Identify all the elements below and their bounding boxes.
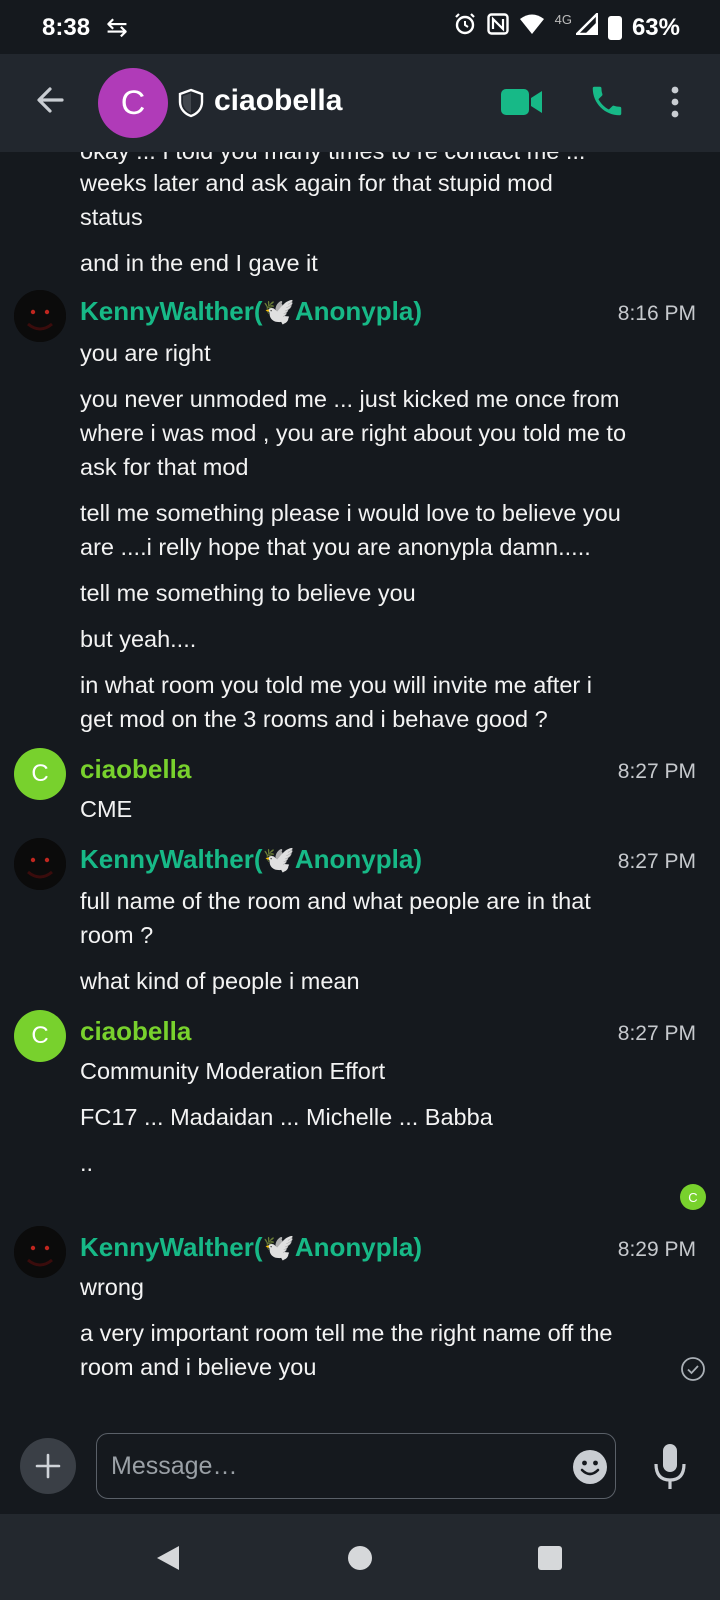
message-text: CME bbox=[80, 796, 133, 822]
sent-check-icon bbox=[680, 1356, 706, 1382]
message-text: get mod on the 3 rooms and i behave good… bbox=[80, 706, 548, 732]
back-arrow-icon bbox=[37, 87, 64, 113]
more-icon bbox=[671, 86, 679, 118]
emoji-button[interactable] bbox=[572, 1449, 608, 1485]
room-title[interactable]: ciaobella bbox=[214, 84, 342, 118]
message-text: you never unmoded me ... just kicked me … bbox=[80, 386, 620, 412]
read-receipt-avatar[interactable]: C bbox=[680, 1184, 706, 1210]
sender-name[interactable]: ciaobella bbox=[80, 754, 191, 785]
message-text: tell me something to believe you bbox=[80, 580, 416, 606]
nav-back-button[interactable] bbox=[155, 1544, 181, 1572]
nfc-icon bbox=[486, 13, 509, 42]
avatar[interactable] bbox=[14, 290, 66, 342]
message-text: but yeah.... bbox=[80, 626, 197, 652]
microphone-icon bbox=[654, 1444, 686, 1489]
message-placeholder: Message… bbox=[111, 1452, 238, 1480]
message-text: what kind of people i mean bbox=[80, 968, 360, 994]
message-text: are ....i relly hope that you are anonyp… bbox=[80, 534, 591, 560]
message-input[interactable]: Message… bbox=[96, 1433, 616, 1499]
emoji-icon bbox=[573, 1450, 607, 1484]
voice-message-button[interactable] bbox=[652, 1442, 688, 1492]
sender-name[interactable]: KennyWalther(🕊️Anonypla) bbox=[80, 1232, 422, 1263]
video-call-button[interactable] bbox=[500, 86, 544, 118]
voice-call-button[interactable] bbox=[588, 82, 626, 120]
avatar[interactable] bbox=[14, 838, 66, 890]
message-text: you are right bbox=[80, 340, 211, 366]
plus-icon bbox=[35, 1453, 61, 1479]
network-type: 4G bbox=[554, 12, 572, 27]
nav-recents-button[interactable] bbox=[538, 1546, 562, 1570]
message-text: .. bbox=[80, 1150, 94, 1176]
system-nav-bar bbox=[0, 1514, 720, 1600]
message-timestamp: 8:27 PM bbox=[617, 760, 696, 783]
message-composer: Message… bbox=[0, 1414, 720, 1514]
room-header: C ciaobella bbox=[0, 54, 720, 152]
shield-icon bbox=[178, 88, 204, 118]
message-text: status bbox=[80, 204, 143, 230]
message-text: in what room you told me you will invite… bbox=[80, 672, 592, 698]
battery-icon bbox=[607, 15, 622, 40]
wifi-icon bbox=[519, 13, 545, 42]
avatar[interactable]: C bbox=[14, 1010, 66, 1062]
status-icons: 4G 63% bbox=[453, 11, 680, 43]
sender-name[interactable]: KennyWalther(🕊️Anonypla) bbox=[80, 296, 422, 327]
avatar[interactable] bbox=[14, 1226, 66, 1278]
battery-percent: 63% bbox=[631, 13, 680, 41]
message-timestamp: 8:27 PM bbox=[617, 850, 696, 873]
avatar[interactable]: C bbox=[14, 748, 66, 800]
status-bar: 8:38 ⇆ 4G 63% bbox=[0, 0, 720, 54]
message-text: wrong bbox=[80, 1274, 145, 1300]
message-timestamp: 8:27 PM bbox=[617, 1022, 696, 1045]
message-text: ask for that mod bbox=[80, 454, 249, 480]
room-avatar[interactable]: C bbox=[98, 68, 168, 138]
more-options-button[interactable] bbox=[668, 84, 682, 120]
status-time: 8:38 bbox=[42, 14, 91, 41]
alarm-icon bbox=[453, 12, 477, 43]
back-button[interactable] bbox=[30, 80, 70, 120]
video-call-icon bbox=[501, 89, 542, 115]
attach-button[interactable] bbox=[20, 1438, 76, 1494]
message-text: tell me something please i would love to… bbox=[80, 500, 621, 526]
message-text: Community Moderation Effort bbox=[80, 1058, 386, 1084]
message-text: FC17 ... Madaidan ... Michelle ... Babba bbox=[80, 1104, 493, 1130]
message-timeline[interactable]: okay ... I told you many times to re con… bbox=[0, 152, 720, 1414]
message-text: room ? bbox=[80, 922, 154, 948]
message-text: a very important room tell me the right … bbox=[80, 1320, 613, 1346]
sender-name[interactable]: KennyWalther(🕊️Anonypla) bbox=[80, 844, 422, 875]
message-text: where i was mod , you are right about yo… bbox=[80, 420, 627, 446]
phone-icon bbox=[592, 86, 622, 116]
message-timestamp: 8:16 PM bbox=[617, 302, 696, 325]
message-text: full name of the room and what people ar… bbox=[80, 888, 591, 914]
message-text: room and i believe you bbox=[80, 1354, 317, 1380]
signal-icon bbox=[574, 11, 599, 42]
nav-home-button[interactable] bbox=[348, 1546, 372, 1570]
sync-icon: ⇆ bbox=[106, 12, 128, 42]
sender-name[interactable]: ciaobella bbox=[80, 1016, 191, 1047]
message-text: weeks later and ask again for that stupi… bbox=[80, 170, 553, 196]
message-text: and in the end I gave it bbox=[80, 250, 318, 276]
message-timestamp: 8:29 PM bbox=[617, 1238, 696, 1261]
